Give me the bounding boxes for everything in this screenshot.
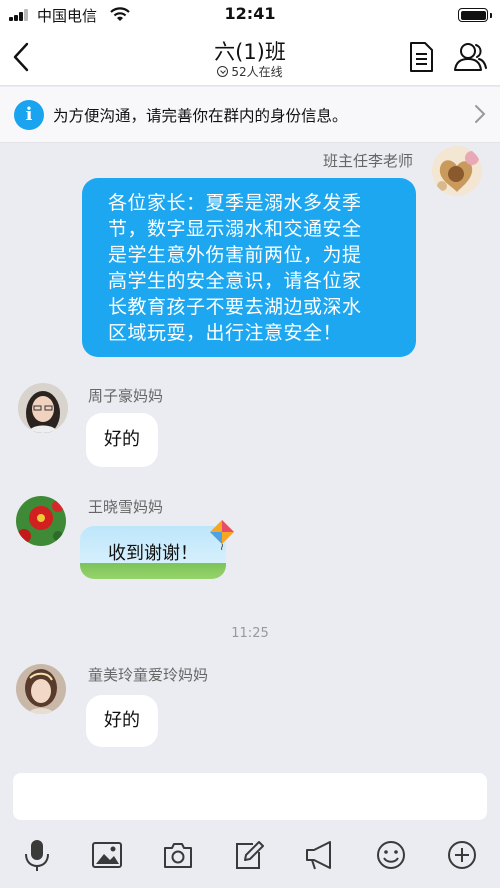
sender-name: 周子豪妈妈 — [88, 387, 164, 405]
document-icon[interactable] — [406, 40, 436, 74]
avatar-image — [432, 146, 482, 196]
camera-icon[interactable] — [162, 838, 194, 872]
image-icon[interactable] — [91, 838, 123, 872]
message-line: 是学生意外伤害前两位，为提 — [108, 244, 362, 266]
edit-icon[interactable] — [233, 838, 265, 872]
avatar-image — [16, 664, 66, 714]
input-toolbar — [0, 832, 500, 880]
online-count: 52人在线 — [231, 65, 283, 79]
message-line: 高学生的安全意识，请各位家 — [108, 270, 362, 292]
add-icon[interactable] — [446, 838, 478, 872]
info-bar-text: 为方便沟通，请完善你在群内的身份信息。 — [53, 107, 348, 125]
message-bubble[interactable]: 收到谢谢！ — [80, 526, 226, 579]
avatar-image — [18, 383, 68, 433]
message-input[interactable] — [13, 773, 487, 820]
announcement-icon[interactable] — [304, 838, 336, 872]
battery-icon — [458, 8, 492, 22]
microphone-icon[interactable] — [21, 838, 53, 872]
kite-icon — [210, 520, 234, 550]
chevron-circle-icon — [217, 66, 229, 77]
info-icon: i — [14, 100, 44, 130]
avatar[interactable] — [16, 496, 66, 546]
chat-header: 六(1)班 52人在线 — [0, 30, 500, 86]
identity-info-bar[interactable]: i 为方便沟通，请完善你在群内的身份信息。 — [0, 87, 500, 143]
sender-name: 王晓雪妈妈 — [88, 498, 164, 516]
avatar[interactable] — [432, 146, 482, 196]
avatar[interactable] — [16, 664, 66, 714]
avatar-image — [16, 496, 66, 546]
chevron-right-icon — [475, 105, 486, 123]
message-bubble[interactable]: 好的 — [86, 695, 158, 747]
message-line: 区域玩耍，出行注意安全！ — [108, 322, 343, 344]
sender-name: 班主任李老师 — [322, 152, 413, 170]
message-bubble-self[interactable]: 各位家长：夏季是溺水多发季 节，数字显示溺水和交通安全 是学生意外伤害前两位，为… — [82, 178, 416, 357]
message-text: 好的 — [104, 710, 140, 731]
sender-name: 童美玲童爱玲妈妈 — [88, 666, 209, 684]
message-text: 收到谢谢！ — [108, 543, 198, 564]
message-line: 节，数字显示溺水和交通安全 — [108, 218, 362, 240]
message-bubble[interactable]: 好的 — [86, 413, 158, 467]
emoji-icon[interactable] — [375, 838, 407, 872]
status-time: 12:41 — [224, 4, 276, 23]
message-line: 长教育孩子不要去湖边或深水 — [108, 296, 362, 318]
avatar[interactable] — [18, 383, 68, 433]
message-line: 各位家长：夏季是溺水多发季 — [108, 192, 362, 214]
members-icon[interactable] — [452, 40, 488, 74]
status-bar: 中国电信 12:41 — [0, 0, 500, 30]
timestamp: 11:25 — [231, 626, 269, 641]
message-text: 好的 — [104, 429, 140, 450]
